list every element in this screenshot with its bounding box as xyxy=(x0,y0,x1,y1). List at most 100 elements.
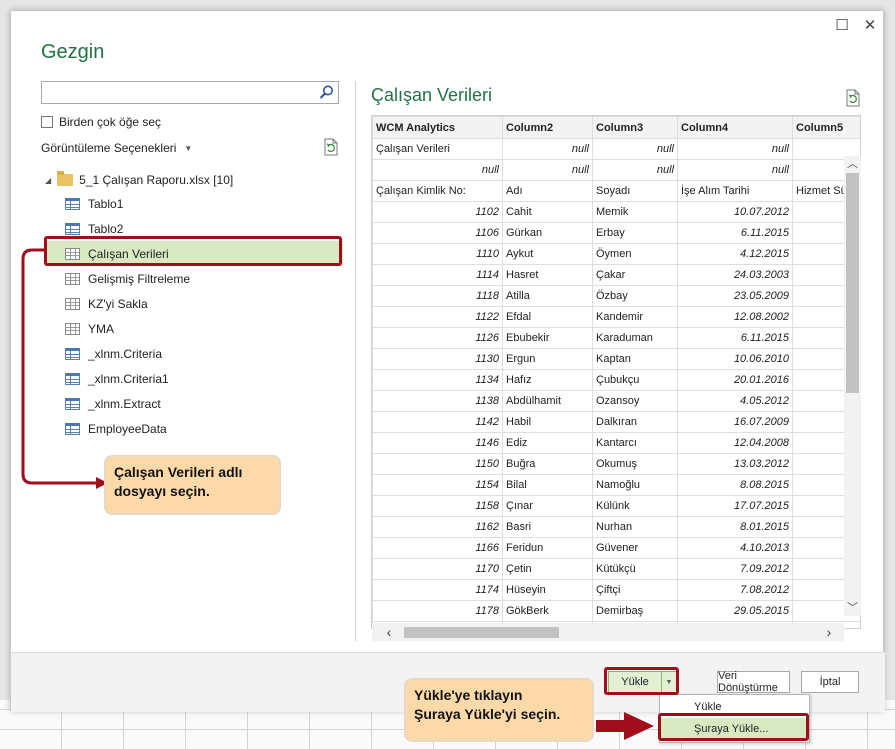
column-header[interactable]: Column3 xyxy=(592,116,678,139)
table-cell[interactable]: Kandemir xyxy=(592,306,678,328)
table-cell[interactable]: Bilal xyxy=(502,474,593,496)
search-input[interactable] xyxy=(41,81,339,104)
tree-item-gelismis-filtreleme[interactable]: Gelişmiş Filtreleme xyxy=(47,266,343,291)
refresh-icon[interactable] xyxy=(322,138,340,156)
table-cell[interactable]: 1170 xyxy=(372,558,503,580)
table-cell[interactable]: Kantarcı xyxy=(592,432,678,454)
column-header[interactable]: Column4 xyxy=(677,116,793,139)
table-cell[interactable]: 24.03.2003 xyxy=(677,264,793,286)
table-cell[interactable]: Aykut xyxy=(502,243,593,265)
table-cell[interactable]: null xyxy=(502,138,593,160)
table-cell[interactable]: Okumuş xyxy=(592,453,678,475)
table-cell[interactable]: 1118 xyxy=(372,285,503,307)
table-cell[interactable]: Erbay xyxy=(592,222,678,244)
table-cell[interactable]: 1130 xyxy=(372,348,503,370)
table-cell[interactable]: Ebubekir xyxy=(502,327,593,349)
table-cell[interactable]: 20.01.2016 xyxy=(677,369,793,391)
table-cell[interactable]: 1126 xyxy=(372,327,503,349)
table-cell[interactable]: Efdal xyxy=(502,306,593,328)
table-cell[interactable]: Çakar xyxy=(592,264,678,286)
table-cell[interactable]: 8.08.2015 xyxy=(677,474,793,496)
table-cell[interactable]: Ozansoy xyxy=(592,390,678,412)
table-cell[interactable]: 1150 xyxy=(372,453,503,475)
table-cell[interactable]: 16.07.2009 xyxy=(677,411,793,433)
table-cell[interactable]: 1142 xyxy=(372,411,503,433)
scroll-down-icon[interactable]: ﹀ xyxy=(844,600,861,616)
table-cell[interactable]: Ergun xyxy=(502,348,593,370)
table-cell[interactable]: Demirbaş xyxy=(592,600,678,622)
tree-item-xlnm-criteria[interactable]: _xlnm.Criteria xyxy=(47,341,343,366)
table-cell[interactable]: Çınar xyxy=(502,495,593,517)
table-cell[interactable]: 23.05.2009 xyxy=(677,285,793,307)
table-cell[interactable]: null xyxy=(677,138,793,160)
table-cell[interactable]: Abdülhamit xyxy=(502,390,593,412)
table-cell[interactable]: 1158 xyxy=(372,495,503,517)
preview-table-container[interactable]: WCM Analytics Column2 Column3 Column4 Column… xyxy=(371,115,861,629)
vertical-scrollbar[interactable]: ︿ ﹀ xyxy=(844,156,861,616)
tree-item-xlnm-extract[interactable]: _xlnm.Extract xyxy=(47,391,343,416)
table-cell[interactable]: Gürkan xyxy=(502,222,593,244)
pane-divider[interactable] xyxy=(355,81,356,641)
table-cell[interactable]: 8.01.2015 xyxy=(677,516,793,538)
scroll-left-icon[interactable]: ‹ xyxy=(380,623,398,641)
table-cell[interactable]: 1162 xyxy=(372,516,503,538)
tree-item-xlnm-criteria1[interactable]: _xlnm.Criteria1 xyxy=(47,366,343,391)
table-cell[interactable]: null xyxy=(592,159,678,181)
table-cell[interactable]: Çubukçu xyxy=(592,369,678,391)
table-cell[interactable]: Çiftçi xyxy=(592,579,678,601)
table-cell[interactable]: 1122 xyxy=(372,306,503,328)
table-cell[interactable]: 1102 xyxy=(372,201,503,223)
tree-item-employeedata[interactable]: EmployeeData xyxy=(47,416,343,441)
table-cell[interactable]: 1106 xyxy=(372,222,503,244)
multi-select-option[interactable]: Birden çok öğe seç xyxy=(41,115,161,129)
column-header[interactable]: Column2 xyxy=(502,116,593,139)
table-cell[interactable]: Nurhan xyxy=(592,516,678,538)
table-cell[interactable]: Namoğlu xyxy=(592,474,678,496)
table-cell[interactable]: 1154 xyxy=(372,474,503,496)
table-cell[interactable]: Ediz xyxy=(502,432,593,454)
multi-select-checkbox[interactable] xyxy=(41,116,53,128)
tree-root-file[interactable]: ◢ 5_1 Çalışan Raporu.xlsx [10] xyxy=(45,171,233,189)
column-header[interactable]: WCM Analytics xyxy=(372,116,503,139)
view-options-dropdown[interactable]: Görüntüleme Seçenekleri ▼ xyxy=(41,141,192,155)
table-cell[interactable]: 1138 xyxy=(372,390,503,412)
maximize-icon[interactable]: ☐ xyxy=(829,15,855,37)
table-cell[interactable]: 6.11.2015 xyxy=(677,222,793,244)
table-cell[interactable]: Çetin xyxy=(502,558,593,580)
expand-triangle-icon[interactable]: ◢ xyxy=(45,176,51,185)
table-cell[interactable]: 10.07.2012 xyxy=(677,201,793,223)
tree-item-yma[interactable]: YMA xyxy=(47,316,343,341)
scroll-up-icon[interactable]: ︿ xyxy=(844,156,861,172)
table-cell[interactable]: 12.08.2002 xyxy=(677,306,793,328)
table-cell[interactable]: Hasret xyxy=(502,264,593,286)
table-cell[interactable]: Hüseyin xyxy=(502,579,593,601)
refresh-preview-icon[interactable] xyxy=(844,89,862,107)
table-cell[interactable]: 7.09.2012 xyxy=(677,558,793,580)
table-cell[interactable]: Dalkıran xyxy=(592,411,678,433)
table-cell[interactable]: 1134 xyxy=(372,369,503,391)
table-cell[interactable]: Habil xyxy=(502,411,593,433)
table-cell[interactable]: 6.11.2015 xyxy=(677,327,793,349)
table-cell[interactable]: 29.05.2015 xyxy=(677,600,793,622)
table-cell[interactable]: Adı xyxy=(502,180,593,202)
scroll-right-icon[interactable]: › xyxy=(820,623,838,641)
table-cell[interactable]: Güvener xyxy=(592,537,678,559)
table-cell[interactable]: 13.03.2012 xyxy=(677,453,793,475)
close-icon[interactable]: ✕ xyxy=(857,15,883,37)
table-cell[interactable]: 4.10.2013 xyxy=(677,537,793,559)
table-cell[interactable]: Soyadı xyxy=(592,180,678,202)
table-cell[interactable]: Özbay xyxy=(592,285,678,307)
table-cell[interactable]: 1146 xyxy=(372,432,503,454)
table-cell[interactable]: Çalışan Verileri xyxy=(372,138,503,160)
table-cell[interactable]: Karaduman xyxy=(592,327,678,349)
table-cell[interactable]: 1166 xyxy=(372,537,503,559)
table-cell[interactable]: Kütükçü xyxy=(592,558,678,580)
table-cell[interactable]: Hafız xyxy=(502,369,593,391)
horizontal-scrollbar[interactable]: ‹ › xyxy=(372,623,844,641)
column-header[interactable]: Column5 xyxy=(792,116,860,139)
table-cell[interactable]: 17.07.2015 xyxy=(677,495,793,517)
table-cell[interactable]: null xyxy=(677,159,793,181)
search-icon[interactable] xyxy=(318,84,335,101)
horizontal-scroll-thumb[interactable] xyxy=(404,627,559,638)
cancel-button[interactable]: İptal xyxy=(801,671,859,693)
